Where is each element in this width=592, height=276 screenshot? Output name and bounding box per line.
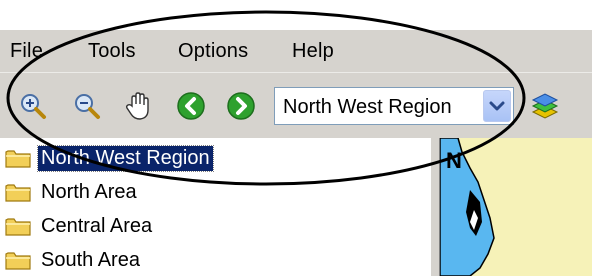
map-canvas: N <box>440 138 495 276</box>
back-button[interactable] <box>174 89 208 123</box>
region-tree: North West Region North Area Central Are… <box>0 138 430 276</box>
tree-item-north-west-region[interactable]: North West Region <box>4 143 214 173</box>
folder-icon <box>4 248 32 272</box>
tree-item-central-area[interactable]: Central Area <box>4 211 155 241</box>
zoom-in-icon <box>21 94 46 119</box>
tree-item-label: Central Area <box>41 214 153 237</box>
menu-options[interactable]: Options <box>178 40 248 63</box>
region-select[interactable]: North West Region <box>274 87 514 125</box>
toolbar: North West Region <box>0 72 592 139</box>
zoom-in-button[interactable] <box>16 89 50 123</box>
region-select-value: North West Region <box>283 96 452 118</box>
tree-item-north-area[interactable]: North Area <box>4 177 140 207</box>
pan-button[interactable] <box>122 89 156 123</box>
map-view[interactable]: N <box>440 138 592 276</box>
chevron-down-icon <box>489 101 505 111</box>
layers-button[interactable] <box>528 89 562 123</box>
pan-hand-icon <box>125 92 149 120</box>
folder-icon <box>4 214 32 238</box>
zoom-out-button[interactable] <box>70 89 104 123</box>
tree-item-label: South Area <box>41 248 140 271</box>
menu-help[interactable]: Help <box>292 40 334 63</box>
tree-item-label: North West Region <box>37 144 214 172</box>
menu-tools[interactable]: Tools <box>88 40 136 63</box>
panel-splitter[interactable] <box>430 138 440 276</box>
top-strip <box>0 0 592 30</box>
folder-icon <box>4 146 32 170</box>
menu-bar: File Tools Options Help <box>0 30 592 72</box>
forward-button[interactable] <box>224 89 258 123</box>
menu-file[interactable]: File <box>10 40 43 63</box>
tree-item-label: North Area <box>41 180 137 203</box>
map-north-label: N <box>446 148 462 173</box>
region-select-dropdown-button[interactable] <box>483 90 511 122</box>
tree-item-south-area[interactable]: South Area <box>4 245 143 275</box>
back-arrow-icon <box>177 92 205 120</box>
layers-icon <box>531 93 559 119</box>
folder-icon <box>4 180 32 204</box>
app-window: File Tools Options Help North West Regio… <box>0 0 592 276</box>
zoom-out-icon <box>75 94 100 119</box>
forward-arrow-icon <box>227 92 255 120</box>
